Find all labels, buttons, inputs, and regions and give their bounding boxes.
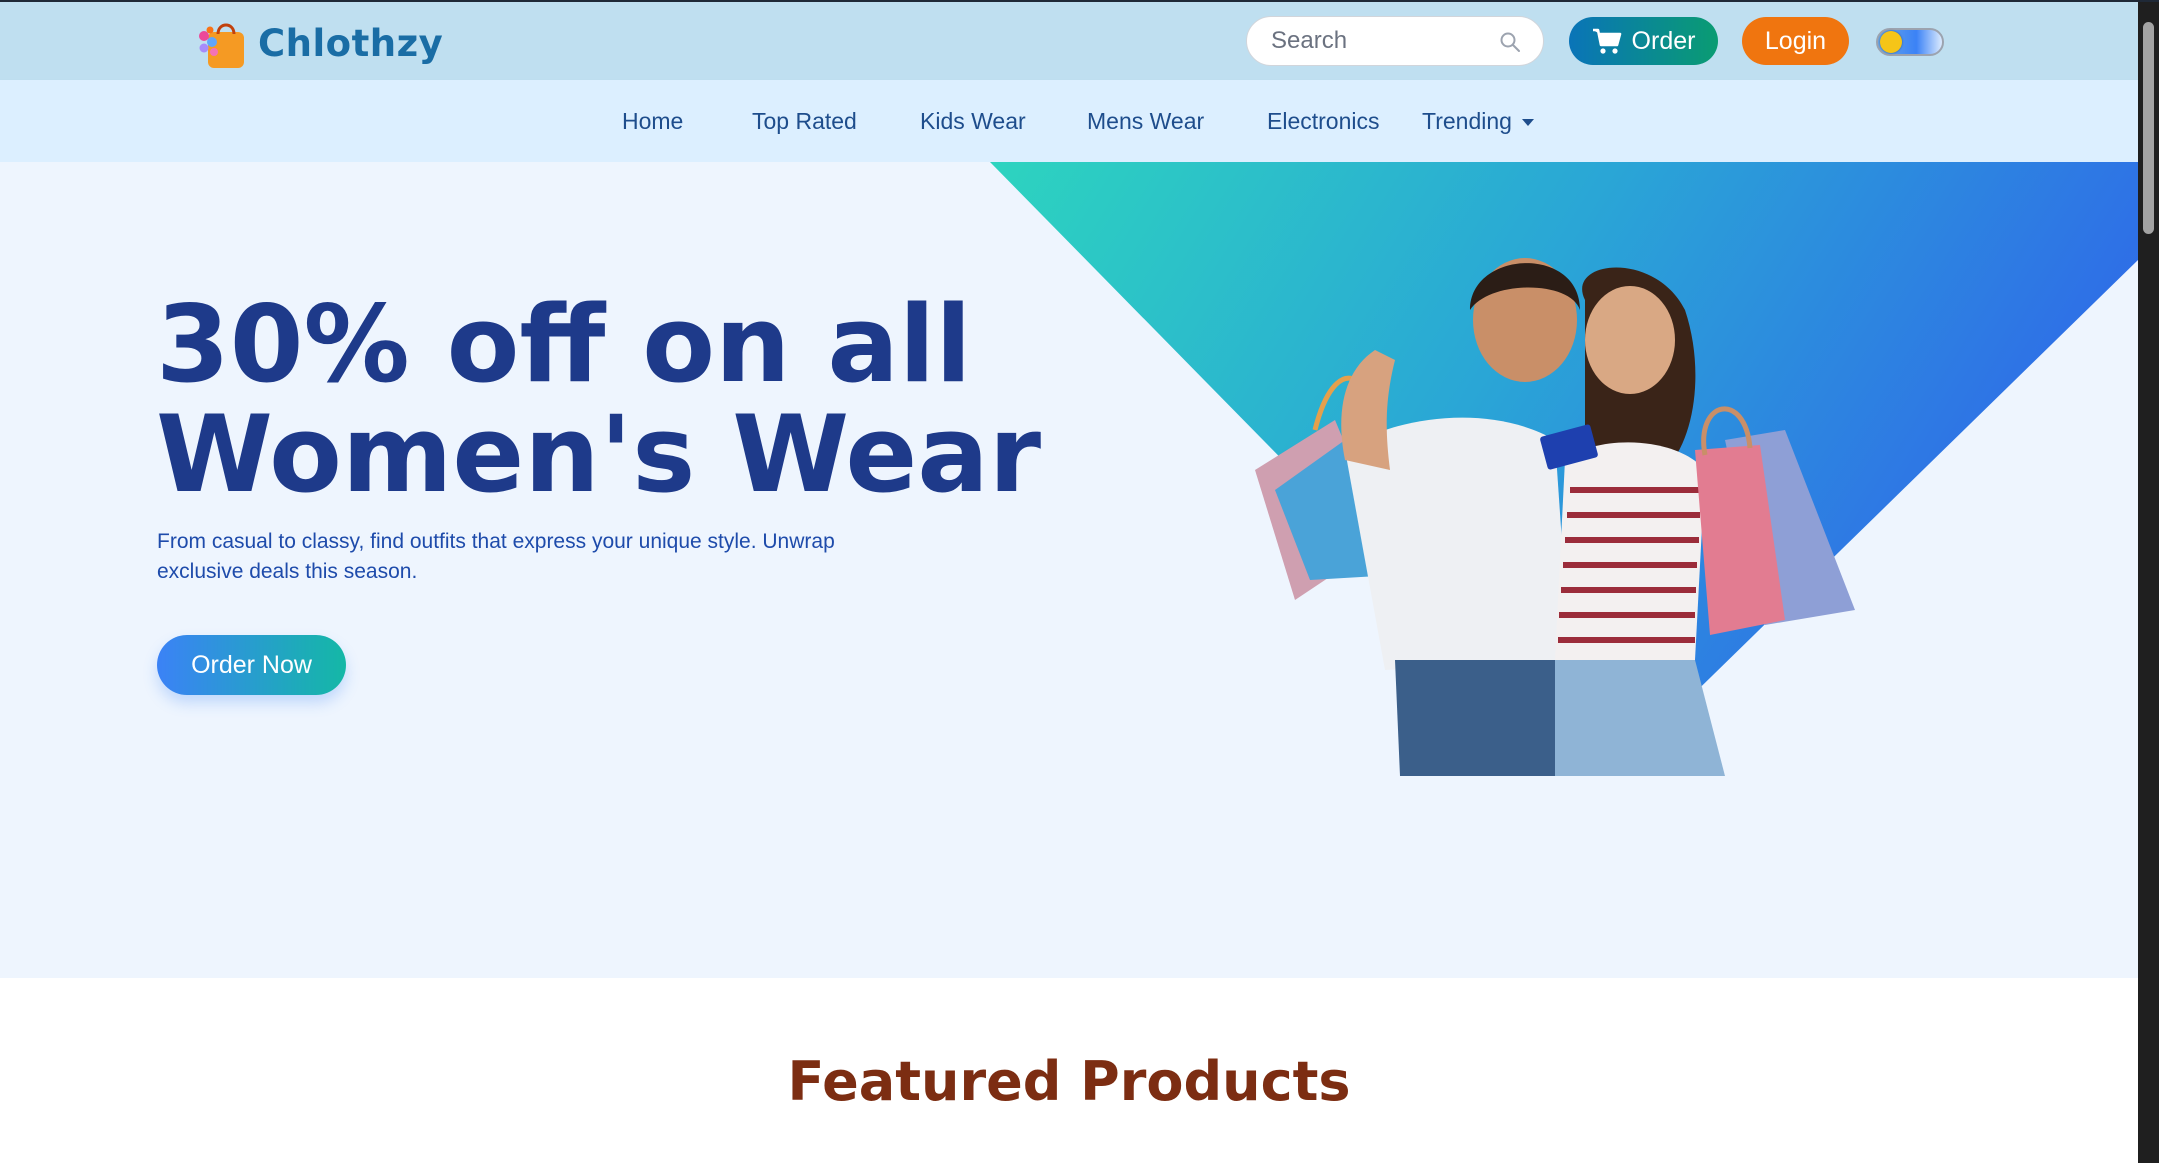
login-button[interactable]: Login [1742,17,1849,65]
nav-item-trending[interactable]: Trending [1422,108,1534,135]
search-box[interactable] [1246,16,1544,66]
woman-head [1585,286,1675,394]
main-nav: Home Top Rated Kids Wear Mens Wear Elect… [0,80,2138,162]
hero-title-line1: 30% off on all [156,283,972,406]
page: Chlothzy Order Login Home Top Rate [0,0,2159,1163]
top-header: Chlothzy Order Login [0,2,2138,80]
search-input[interactable] [1269,26,1489,56]
hero-title: 30% off on all Women's Wear [156,290,1056,510]
page-scrollbar[interactable] [2138,2,2159,1163]
woman-jeans [1555,660,1725,776]
toggle-sun-icon [1880,31,1902,53]
shopping-bag-icon [199,23,244,68]
man-jeans [1395,660,1565,776]
nav-item-mens-wear[interactable]: Mens Wear [1087,108,1204,135]
hero-subtitle: From casual to classy, find outfits that… [157,530,835,583]
woman-top [1555,442,1705,660]
order-button[interactable]: Order [1569,17,1718,65]
hero-banner: 30% off on all Women's Wear From casual … [0,162,2138,978]
hero-couple-image [1255,258,1855,776]
nav-item-kids-wear[interactable]: Kids Wear [920,108,1026,135]
scrollbar-thumb[interactable] [2143,22,2154,234]
order-button-label: Order [1631,26,1696,55]
brand-name: Chlothzy [258,21,444,65]
search-icon[interactable] [1499,31,1521,53]
nav-item-trending-label: Trending [1422,108,1512,134]
nav-item-electronics[interactable]: Electronics [1267,108,1379,135]
login-button-label: Login [1764,26,1827,55]
order-now-button[interactable]: Order Now [157,635,346,695]
nav-item-top-rated[interactable]: Top Rated [752,108,857,135]
woman-top-stripes [1558,487,1700,643]
hero-title-line2: Women's Wear [156,393,1042,516]
featured-title: Featured Products [787,1050,1351,1113]
cart-icon [1592,28,1621,54]
dark-mode-toggle[interactable] [1876,28,1944,56]
nav-item-home[interactable]: Home [622,108,683,135]
chevron-down-icon [1521,119,1534,127]
featured-section: Featured Products [0,978,2138,1163]
brand-logo[interactable]: Chlothzy [192,14,443,72]
